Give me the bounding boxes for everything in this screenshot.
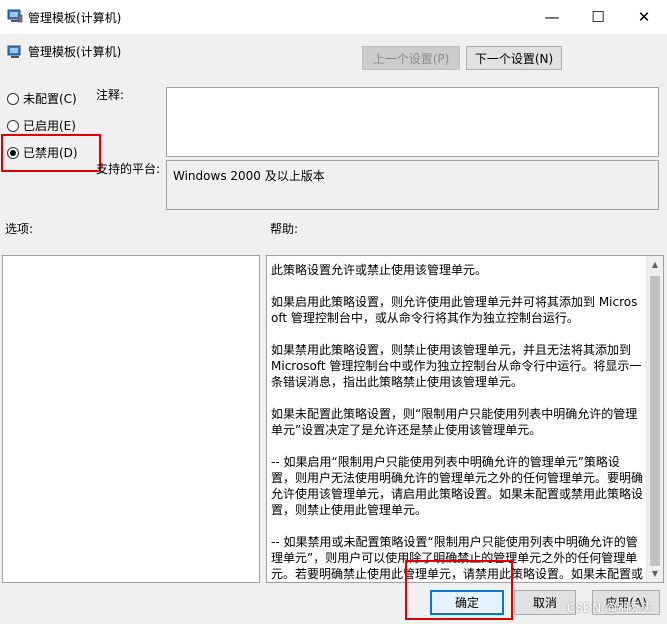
watermark-text: CSDN @别秃头 [566, 601, 653, 615]
help-scrollbar[interactable]: ▲ ▼ [646, 256, 663, 582]
help-panel: 此策略设置允许或禁止使用该管理单元。 如果启用此策略设置，则允许使用此管理单元并… [266, 255, 664, 583]
radio-enabled[interactable]: 已启用(E) [7, 117, 76, 134]
radio-disabled-circle[interactable] [7, 146, 19, 159]
policy-title: 管理模板(计算机) [28, 45, 122, 59]
comment-label: 注释: [96, 88, 125, 102]
scroll-thumb[interactable] [650, 276, 660, 566]
radio-not-configured-label: 未配置(C) [23, 92, 77, 106]
radio-not-configured[interactable]: 未配置(C) [7, 90, 77, 107]
previous-setting-button[interactable]: 上一个设置(P) [362, 46, 460, 70]
radio-not-configured-circle[interactable] [7, 92, 19, 105]
platform-label: 支持的平台: [96, 162, 161, 176]
window-title: 管理模板(计算机) [28, 11, 122, 25]
scroll-down-icon[interactable]: ▼ [647, 565, 663, 582]
policy-app-icon [7, 9, 23, 23]
platform-value: Windows 2000 及以上版本 [173, 169, 325, 183]
radio-enabled-label: 已启用(E) [23, 119, 76, 133]
minimize-button[interactable]: — [529, 0, 575, 34]
help-section-label: 帮助: [270, 222, 299, 236]
options-section-label: 选项: [5, 222, 34, 236]
close-icon: ✕ [637, 8, 651, 26]
radio-disabled[interactable]: 已禁用(D) [7, 144, 78, 161]
minimize-icon: — [544, 8, 560, 26]
radio-enabled-circle[interactable] [7, 119, 19, 132]
close-button[interactable]: ✕ [621, 0, 667, 34]
maximize-button[interactable]: ☐ [575, 0, 621, 34]
help-text: 此策略设置允许或禁止使用该管理单元。 如果启用此策略设置，则允许使用此管理单元并… [271, 263, 644, 581]
maximize-icon: ☐ [591, 8, 605, 26]
scroll-up-icon[interactable]: ▲ [647, 256, 663, 273]
ok-button[interactable]: 确定 [430, 590, 504, 615]
policy-icon [7, 45, 21, 58]
platform-box: Windows 2000 及以上版本 [166, 160, 659, 210]
comment-input[interactable] [166, 87, 659, 157]
options-panel [2, 255, 260, 583]
radio-disabled-label: 已禁用(D) [23, 146, 78, 160]
next-setting-button[interactable]: 下一个设置(N) [466, 46, 562, 70]
